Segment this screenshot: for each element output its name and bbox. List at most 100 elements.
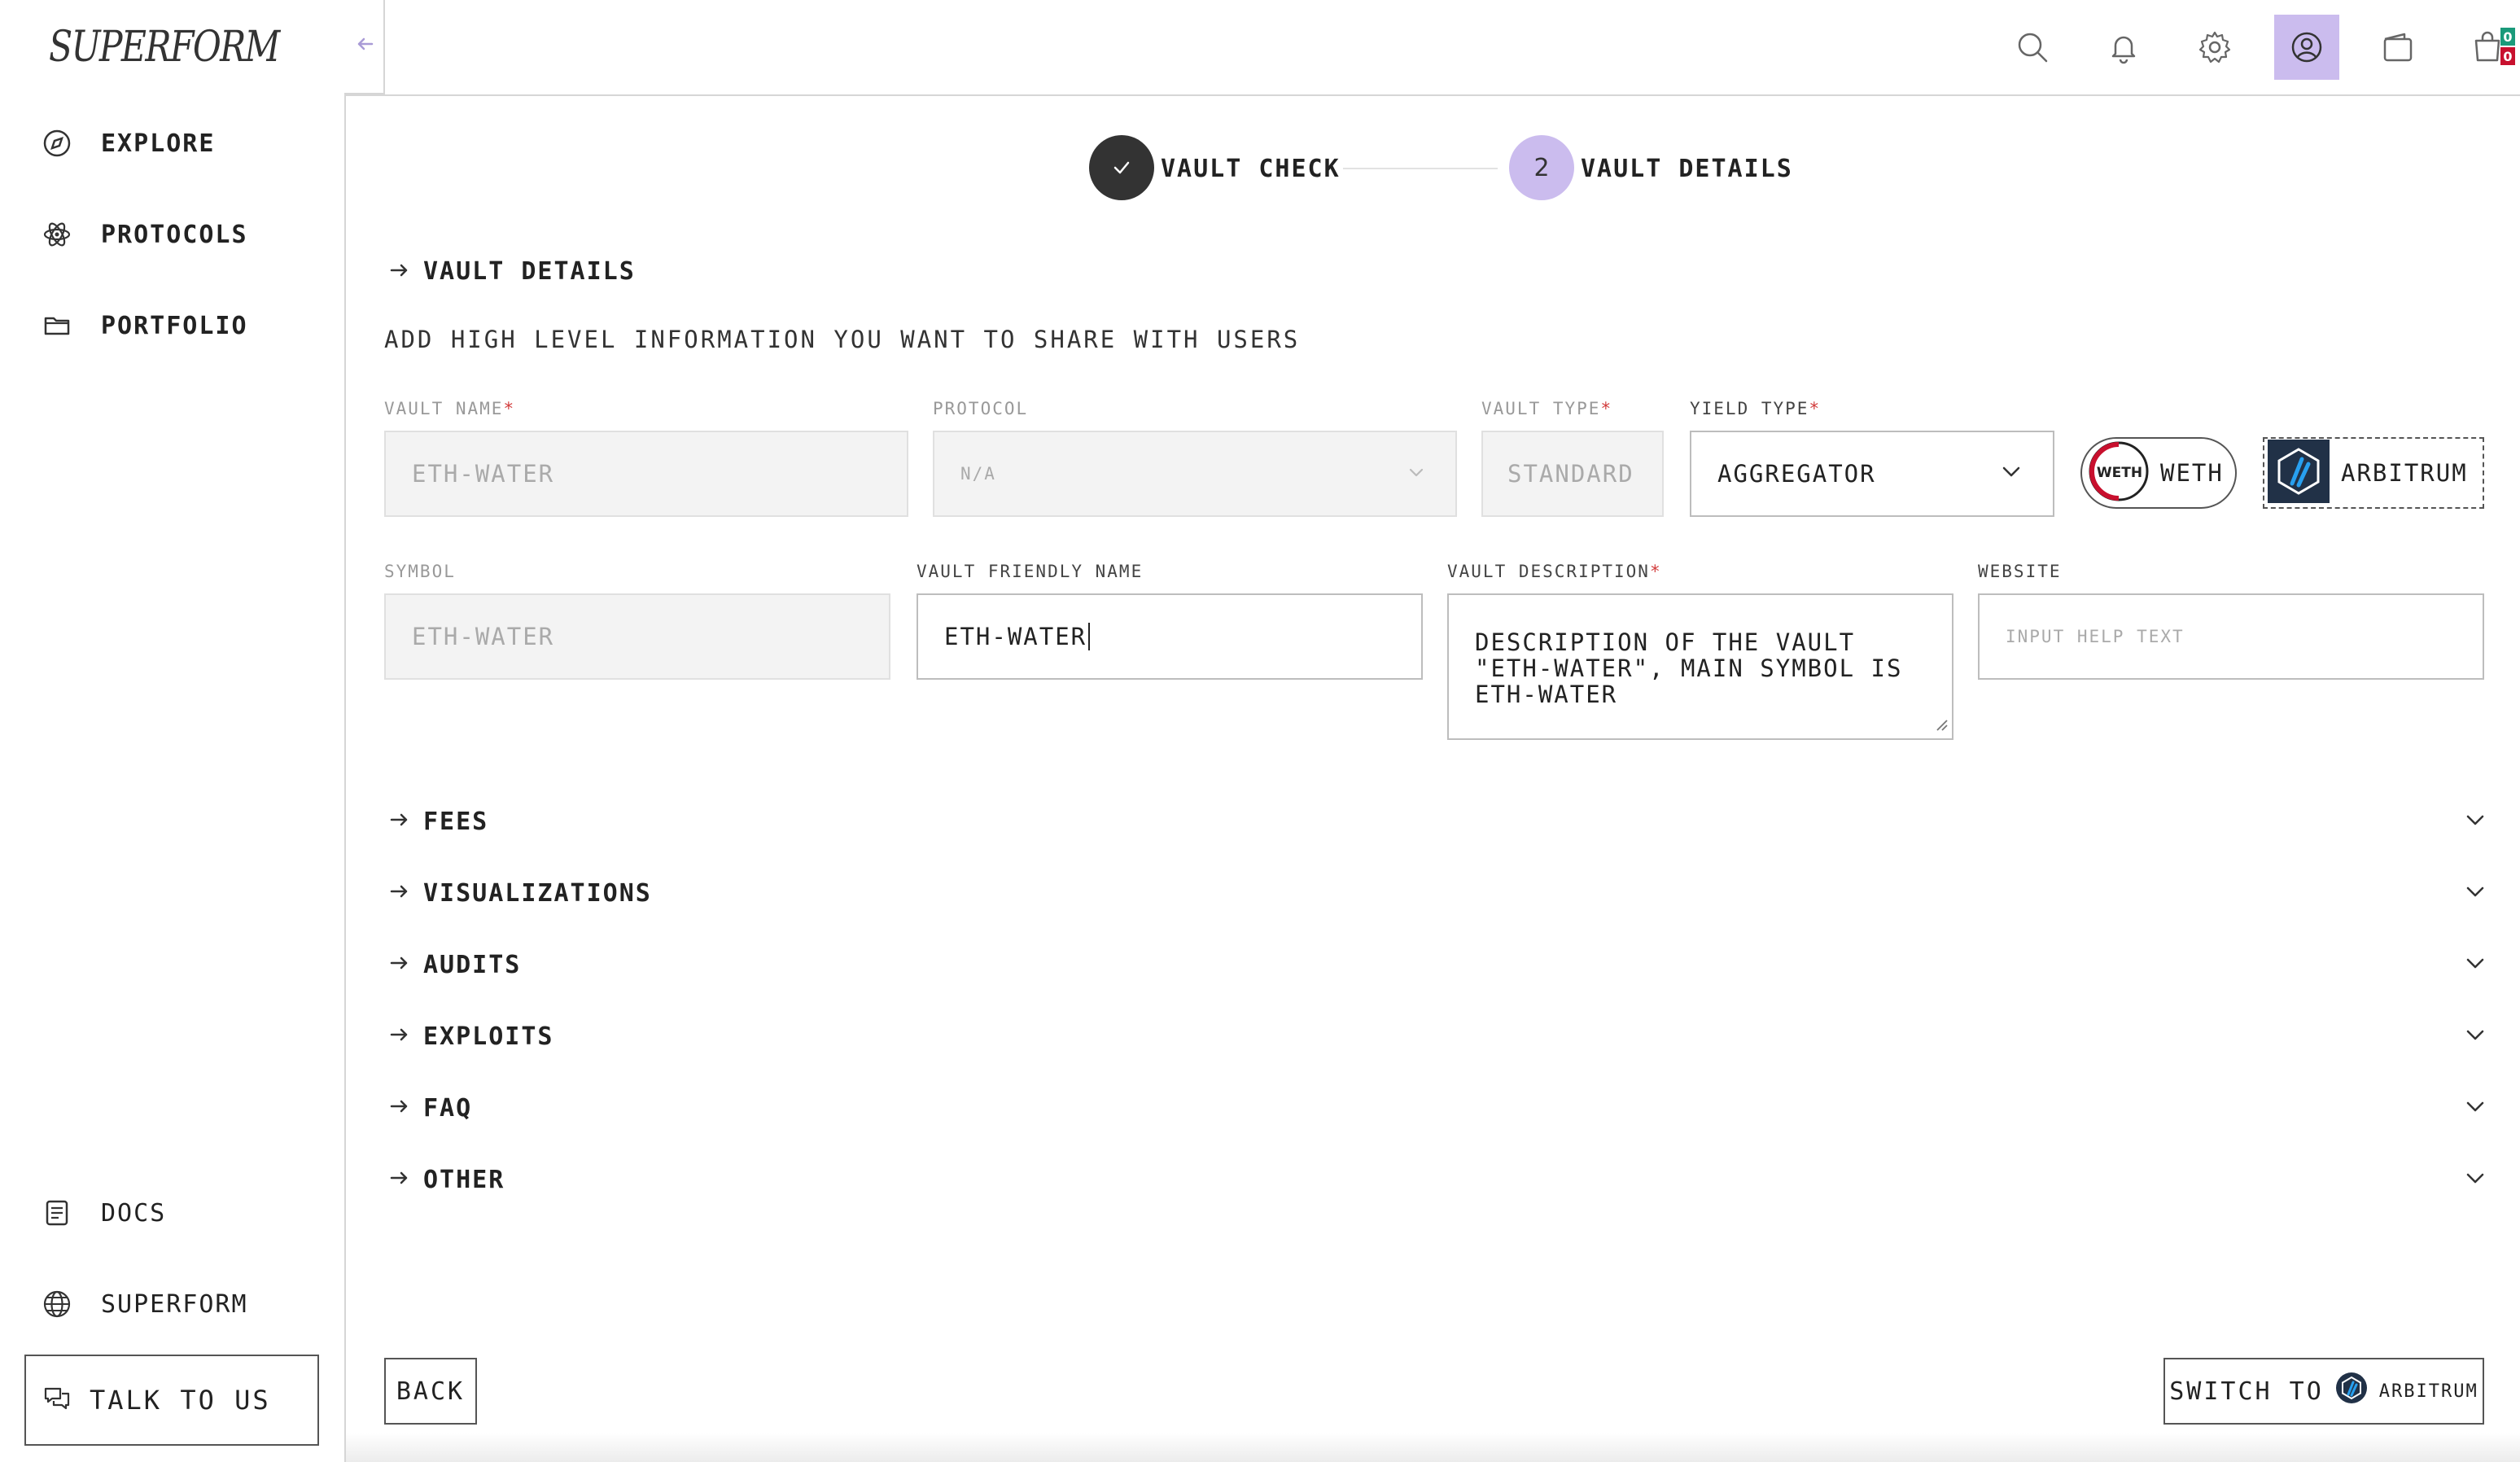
website-label: WEBSITE xyxy=(1978,562,2062,581)
arrow-right-icon xyxy=(387,1023,410,1049)
chevron-down-icon xyxy=(1407,462,1426,486)
friendly-name-value: ETH-WATER xyxy=(944,623,1087,650)
top-bar: 0 0 xyxy=(346,0,2520,96)
network-chip-label: ARBITRUM xyxy=(2341,459,2468,487)
globe-icon xyxy=(41,1288,73,1320)
talk-to-us-label: TALK TO US xyxy=(90,1385,271,1416)
section-fees[interactable]: FEES xyxy=(387,797,2487,846)
friendly-name-label: VAULT FRIENDLY NAME xyxy=(917,562,1144,581)
sidebar-item-label: DOCS xyxy=(101,1198,167,1228)
bottom-shadow xyxy=(346,1433,2520,1462)
vault-details-header[interactable]: VAULT DETAILS xyxy=(387,257,636,286)
cart-badge-bottom: 0 xyxy=(2500,47,2515,65)
token-chip-label: WETH xyxy=(2160,459,2224,487)
sidebar-item-label: SUPERFORM xyxy=(101,1289,248,1319)
section-label: OTHER xyxy=(423,1165,505,1194)
section-other[interactable]: OTHER xyxy=(387,1155,2487,1204)
token-chip-weth[interactable]: WETH WETH xyxy=(2080,437,2237,509)
sidebar-item-explore[interactable]: EXPLORE xyxy=(41,119,215,168)
vault-description-value: DESCRIPTION OF THE VAULT "ETH-WATER", MA… xyxy=(1475,628,1903,708)
friendly-name-input[interactable]: ETH-WATER xyxy=(917,593,1423,680)
text-cursor xyxy=(1088,623,1091,650)
sidebar-item-docs[interactable]: DOCS xyxy=(41,1188,166,1237)
section-faq[interactable]: FAQ xyxy=(387,1083,2487,1132)
section-label: FEES xyxy=(423,807,489,836)
sidebar: SUPERFORM EXPLORE PROTOCOLS PORTFOLIO DO… xyxy=(0,0,345,1462)
back-button[interactable]: BACK xyxy=(384,1358,477,1425)
vault-name-label: VAULT NAME* xyxy=(384,399,516,418)
weth-logo-icon: WETH xyxy=(2089,441,2149,505)
vault-description-textarea[interactable]: DESCRIPTION OF THE VAULT "ETH-WATER", MA… xyxy=(1447,593,1953,740)
arrow-right-icon xyxy=(387,259,410,285)
arrow-left-icon xyxy=(354,33,377,55)
protocol-select: N/A xyxy=(933,431,1457,517)
user-icon[interactable] xyxy=(2274,15,2339,80)
arrow-right-icon xyxy=(387,1167,410,1193)
vault-description-label: VAULT DESCRIPTION* xyxy=(1447,562,1662,581)
yield-type-select[interactable]: AGGREGATOR xyxy=(1690,431,2054,517)
step-1-label: VAULT CHECK xyxy=(1161,155,1341,183)
chevron-down-icon xyxy=(2463,1094,2487,1122)
sidebar-item-portfolio[interactable]: PORTFOLIO xyxy=(41,301,248,350)
yield-type-value: AGGREGATOR xyxy=(1717,460,1876,488)
svg-text:WETH: WETH xyxy=(2097,465,2142,481)
section-label: AUDITS xyxy=(423,950,522,979)
switch-network-button[interactable]: SWITCH TO ARBITRUM xyxy=(2163,1358,2484,1425)
sidebar-item-label: PROTOCOLS xyxy=(101,220,248,249)
vault-details-subtitle: ADD HIGH LEVEL INFORMATION YOU WANT TO S… xyxy=(384,326,1301,353)
document-icon xyxy=(41,1197,73,1229)
chevron-down-icon xyxy=(2463,951,2487,978)
section-exploits[interactable]: EXPLOITS xyxy=(387,1012,2487,1061)
bell-icon[interactable] xyxy=(2091,15,2156,80)
chat-icon xyxy=(42,1384,72,1416)
protocol-label: PROTOCOL xyxy=(933,399,1029,418)
chevron-down-icon xyxy=(2463,1022,2487,1050)
gear-icon[interactable] xyxy=(2182,15,2247,80)
atom-icon xyxy=(41,218,73,251)
resize-handle-icon[interactable] xyxy=(1934,711,1949,737)
folder-icon xyxy=(41,309,73,342)
sidebar-item-superform[interactable]: SUPERFORM xyxy=(41,1280,248,1328)
talk-to-us-button[interactable]: TALK TO US xyxy=(24,1355,319,1446)
network-chip-arbitrum[interactable]: ARBITRUM xyxy=(2263,437,2484,509)
switch-to-label: SWITCH TO xyxy=(2169,1377,2324,1406)
wallet-icon[interactable] xyxy=(2365,15,2430,80)
arrow-right-icon xyxy=(387,952,410,978)
compass-icon xyxy=(41,127,73,160)
sidebar-divider xyxy=(344,0,346,1462)
section-label: VISUALIZATIONS xyxy=(423,878,652,908)
sidebar-item-label: EXPLORE xyxy=(101,129,216,158)
vault-name-field: ETH-WATER xyxy=(384,431,908,517)
website-input[interactable]: INPUT HELP TEXT xyxy=(1978,593,2484,680)
protocol-value: N/A xyxy=(960,464,996,484)
section-label: EXPLOITS xyxy=(423,1022,554,1051)
sidebar-item-protocols[interactable]: PROTOCOLS xyxy=(41,210,248,259)
chevron-down-icon xyxy=(2463,1166,2487,1193)
vault-details-title: VAULT DETAILS xyxy=(423,257,636,286)
chevron-down-icon xyxy=(2463,879,2487,907)
step-2-label: VAULT DETAILS xyxy=(1581,155,1793,183)
switch-network-name: ARBITRUM xyxy=(2378,1381,2478,1402)
vault-type-field: STANDARD xyxy=(1481,431,1664,517)
yield-type-label: YIELD TYPE* xyxy=(1690,399,1822,418)
collapse-sidebar-button[interactable] xyxy=(344,0,385,94)
arrow-right-icon xyxy=(387,808,410,834)
chevron-down-icon xyxy=(1999,459,2023,489)
sidebar-item-label: PORTFOLIO xyxy=(101,311,248,340)
symbol-label: SYMBOL xyxy=(384,562,456,581)
cart-badge-top: 0 xyxy=(2500,28,2515,46)
search-icon[interactable] xyxy=(2000,15,2065,80)
section-visualizations[interactable]: VISUALIZATIONS xyxy=(387,869,2487,917)
cart-icon[interactable]: 0 0 xyxy=(2457,15,2520,80)
chevron-down-icon xyxy=(2463,808,2487,835)
superform-logo[interactable]: SUPERFORM xyxy=(49,23,280,72)
arrow-right-icon xyxy=(387,880,410,906)
check-icon xyxy=(1113,161,1130,174)
arrow-right-icon xyxy=(387,1095,410,1121)
step-2-indicator: 2 xyxy=(1509,135,1574,200)
arbitrum-logo-icon xyxy=(2335,1372,2368,1411)
arbitrum-logo-icon xyxy=(2268,440,2330,506)
section-audits[interactable]: AUDITS xyxy=(387,940,2487,989)
stepper-connector xyxy=(1343,168,1498,169)
symbol-field: ETH-WATER xyxy=(384,593,890,680)
